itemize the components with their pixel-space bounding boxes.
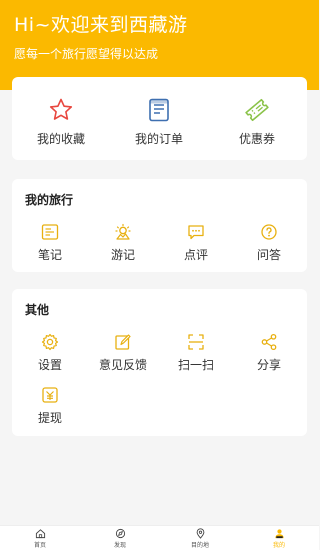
gear-icon — [41, 333, 59, 351]
scan-label: 扫一扫 — [177, 358, 214, 372]
my-favorites-label: 我的收藏 — [36, 132, 85, 146]
my-orders-button[interactable]: 我的订单 — [110, 77, 208, 160]
tab-profile-label: 我的 — [272, 542, 285, 549]
my-orders-label: 我的订单 — [134, 132, 183, 146]
my-trip-card: 我的旅行 笔记 游记 点评 问答 — [12, 179, 307, 272]
scan-button[interactable]: 扫一扫 — [159, 333, 233, 373]
tab-home-label: 首页 — [33, 542, 46, 549]
tab-destination-label: 目的地 — [190, 542, 209, 549]
question-icon — [261, 224, 277, 240]
share-label: 分享 — [256, 358, 281, 372]
coupon-icon — [245, 98, 269, 122]
page-title: Hi~欢迎来到西藏游 — [14, 14, 188, 36]
settings-label: 设置 — [37, 358, 62, 372]
withdraw-icon — [42, 387, 58, 403]
travelogue-icon — [115, 223, 131, 240]
bottom-tab-bar: 首页 发现 目的地 我的 — [0, 525, 319, 550]
travelogue-button[interactable]: 游记 — [86, 223, 160, 263]
tab-home[interactable]: 首页 — [0, 528, 80, 550]
location-icon — [196, 528, 204, 539]
note-icon — [41, 224, 59, 240]
coupons-label: 优惠券 — [238, 132, 275, 146]
qa-button[interactable]: 问答 — [232, 223, 306, 263]
notes-button[interactable]: 笔记 — [13, 223, 87, 263]
withdraw-label: 提现 — [37, 411, 62, 425]
notes-label: 笔记 — [37, 248, 62, 262]
other-card: 其他 设置 意见反馈 扫一扫 分享 提现 — [12, 289, 307, 436]
feedback-button[interactable]: 意见反馈 — [86, 333, 160, 373]
review-icon — [188, 225, 204, 240]
coupons-button[interactable]: 优惠券 — [208, 77, 306, 160]
tab-discover[interactable]: 发现 — [80, 528, 160, 550]
scan-icon — [188, 334, 204, 350]
tab-profile[interactable]: 我的 — [239, 528, 319, 550]
page-subtitle: 愿每一个旅行愿望得以达成 — [14, 47, 159, 61]
reviews-label: 点评 — [183, 248, 208, 262]
home-icon — [35, 529, 45, 539]
my-trip-title: 我的旅行 — [25, 193, 74, 207]
feedback-label: 意见反馈 — [98, 358, 147, 372]
travelogue-label: 游记 — [110, 248, 135, 262]
discover-icon — [115, 528, 125, 539]
qa-label: 问答 — [256, 248, 281, 262]
other-title: 其他 — [25, 303, 50, 317]
tab-discover-label: 发现 — [113, 542, 126, 549]
order-icon — [149, 98, 169, 122]
quick-access-card: 我的收藏 我的订单 优惠券 — [12, 77, 307, 160]
withdraw-button[interactable]: 提现 — [13, 386, 87, 426]
feedback-icon — [115, 334, 131, 350]
share-button[interactable]: 分享 — [232, 333, 306, 373]
tab-destination[interactable]: 目的地 — [160, 528, 240, 550]
settings-button[interactable]: 设置 — [13, 333, 87, 373]
reviews-button[interactable]: 点评 — [159, 223, 233, 263]
my-favorites-button[interactable]: 我的收藏 — [12, 77, 110, 160]
profile-icon — [274, 529, 284, 539]
star-icon — [49, 98, 73, 120]
share-icon — [261, 333, 277, 351]
